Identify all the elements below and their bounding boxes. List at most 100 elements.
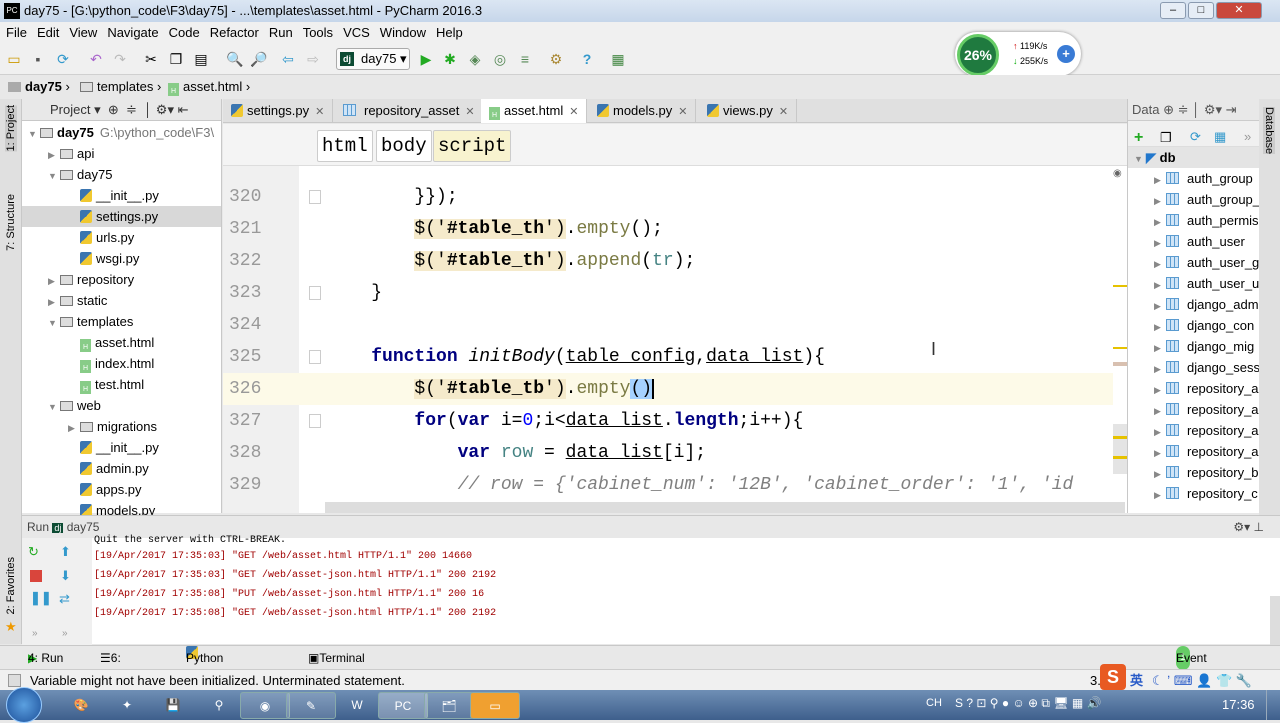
project-view-select[interactable]: Project: [50, 102, 90, 117]
profile-icon[interactable]: ◎: [492, 51, 508, 67]
close-tab-icon[interactable]: ✕: [315, 106, 324, 118]
db-table-item[interactable]: ▶ repository_a: [1128, 441, 1259, 462]
fold-marker-icon[interactable]: [309, 190, 321, 204]
tree-item[interactable]: Hindex.html: [22, 353, 221, 374]
breadcrumb-templates[interactable]: templates ›: [80, 75, 161, 99]
db-table-item[interactable]: ▶ repository_a: [1128, 378, 1259, 399]
menu-view[interactable]: View: [69, 25, 97, 40]
tree-item[interactable]: ▶ migrations: [22, 416, 221, 437]
rerun-icon[interactable]: ↻: [28, 544, 39, 560]
properties-icon[interactable]: ▦: [1214, 129, 1226, 145]
taskbar-chrome[interactable]: ◉: [240, 692, 290, 719]
db-table-item[interactable]: ▶ django_mig: [1128, 336, 1259, 357]
db-table-item[interactable]: ▶ repository_a: [1128, 420, 1259, 441]
run-icon[interactable]: ▶: [418, 51, 434, 67]
tree-item[interactable]: Htest.html: [22, 374, 221, 395]
console-scrollbar[interactable]: [1270, 596, 1280, 645]
breadcrumb-day75[interactable]: day75 ›: [8, 75, 70, 99]
tag-crumb-body[interactable]: body: [376, 130, 432, 162]
undo-icon[interactable]: ↶: [88, 51, 104, 67]
database-tool-button[interactable]: Database: [1263, 107, 1275, 155]
tab-asset-html[interactable]: Hasset.html ✕: [481, 99, 588, 123]
plus-icon[interactable]: +: [1057, 45, 1075, 63]
moon-icon[interactable]: ☾ ʼ ⌨ 👤 👕 🔧: [1152, 670, 1252, 691]
favorites-tool-button[interactable]: 2: Favorites: [5, 557, 17, 614]
add-datasource-icon[interactable]: +: [1134, 129, 1143, 147]
menu-edit[interactable]: Edit: [37, 25, 59, 40]
fold-marker-icon[interactable]: [309, 350, 321, 364]
db-table-item[interactable]: ▶ auth_permis: [1128, 210, 1259, 231]
sync-icon[interactable]: ⟳: [55, 51, 71, 67]
menu-window[interactable]: Window: [380, 25, 426, 40]
open-folder-icon[interactable]: ▭: [6, 51, 22, 67]
breadcrumb-asset-html[interactable]: Hasset.html ›: [168, 75, 250, 99]
help-icon[interactable]: ?: [579, 51, 595, 67]
close-tab-icon[interactable]: ✕: [465, 106, 474, 118]
terminal-tab[interactable]: ▣ Terminal: [308, 646, 365, 670]
db-table-item[interactable]: ▶ repository_c: [1128, 483, 1259, 504]
save-icon[interactable]: ▪: [30, 51, 46, 67]
forward-icon[interactable]: ⇨: [305, 51, 321, 67]
db-table-item[interactable]: ▶ repository_a: [1128, 399, 1259, 420]
run-configuration-select[interactable]: dj day75 ▾: [336, 48, 410, 70]
copy-icon[interactable]: ❐: [1160, 130, 1172, 146]
more-icon[interactable]: »: [1244, 129, 1251, 144]
tree-item[interactable]: Hasset.html: [22, 332, 221, 353]
stop-icon[interactable]: [30, 570, 42, 582]
tab-models-py[interactable]: models.py ✕: [589, 99, 697, 123]
tree-item[interactable]: __init__.py: [22, 185, 221, 206]
taskbar-word[interactable]: W: [332, 692, 382, 719]
menu-help[interactable]: Help: [436, 25, 463, 40]
clock[interactable]: 17:36: [1222, 697, 1255, 712]
tree-item[interactable]: ▼ web: [22, 395, 221, 416]
tree-item[interactable]: ▼ day75 G:\python_code\F3\: [22, 122, 221, 143]
tag-crumb-script[interactable]: script: [433, 130, 512, 162]
menu-code[interactable]: Code: [169, 25, 200, 40]
settings-icon[interactable]: ⚙: [548, 51, 564, 67]
taskbar-presentation[interactable]: ▭: [470, 692, 520, 719]
db-table-item[interactable]: ▶ django_con: [1128, 315, 1259, 336]
refresh-icon[interactable]: ⟳: [1190, 129, 1201, 145]
taskbar-explorer[interactable]: 🗂: [424, 692, 474, 719]
menu-navigate[interactable]: Navigate: [107, 25, 158, 40]
taskbar-paint[interactable]: 🎨: [56, 692, 106, 719]
close-tab-icon[interactable]: ✕: [569, 106, 578, 118]
tree-item[interactable]: settings.py: [22, 206, 221, 227]
sdk-icon[interactable]: ▦: [610, 51, 626, 67]
db-table-item[interactable]: ▶ auth_group: [1128, 168, 1259, 189]
up-icon[interactable]: ⬆: [60, 544, 71, 560]
start-button[interactable]: [6, 687, 42, 723]
close-button[interactable]: ✕: [1216, 2, 1262, 19]
tree-item[interactable]: ▶ static: [22, 290, 221, 311]
language-indicator[interactable]: CH: [926, 697, 942, 709]
horizontal-scrollbar[interactable]: [325, 502, 1125, 513]
tree-item[interactable]: wsgi.py: [22, 248, 221, 269]
taskbar-notepad[interactable]: ✎: [286, 692, 336, 719]
tree-item[interactable]: admin.py: [22, 458, 221, 479]
minimize-button[interactable]: –: [1160, 2, 1186, 19]
copy-icon[interactable]: ❐: [168, 51, 184, 67]
structure-tool-button[interactable]: 7: Structure: [5, 194, 17, 251]
soft-wrap-icon[interactable]: ⇄: [59, 591, 70, 607]
fold-marker-icon[interactable]: [309, 414, 321, 428]
tree-item[interactable]: urls.py: [22, 227, 221, 248]
status-toggle-icon[interactable]: [8, 674, 21, 687]
maximize-button[interactable]: □: [1188, 2, 1214, 19]
tray-icons[interactable]: S ? ⊡ ⚲ ● ☺ ⊕ ⧉ 🖥 ▦ 🔊: [955, 696, 1102, 711]
paste-icon[interactable]: ▤: [193, 51, 209, 67]
tab-views-py[interactable]: views.py ✕: [699, 99, 798, 123]
db-table-item[interactable]: ▶ auth_user: [1128, 231, 1259, 252]
vertical-scrollbar[interactable]: [1113, 424, 1127, 474]
find-icon[interactable]: 🔍: [226, 51, 243, 67]
close-tab-icon[interactable]: ✕: [678, 106, 687, 118]
down-icon[interactable]: ⬇: [60, 568, 71, 584]
tab-settings-py[interactable]: settings.py ✕: [223, 99, 334, 123]
taskbar-tool[interactable]: ⚲: [194, 692, 244, 719]
db-table-item[interactable]: ▶ django_adm: [1128, 294, 1259, 315]
concurrency-icon[interactable]: ≡: [517, 51, 533, 67]
menu-vcs[interactable]: VCS: [343, 25, 370, 40]
code-editor[interactable]: 320 }}); 321 $('#table_th').empty(); 322 $…: [223, 166, 1127, 513]
redo-icon[interactable]: ↷: [112, 51, 128, 67]
tree-item[interactable]: apps.py: [22, 479, 221, 500]
ime-mode[interactable]: 英: [1130, 670, 1143, 691]
